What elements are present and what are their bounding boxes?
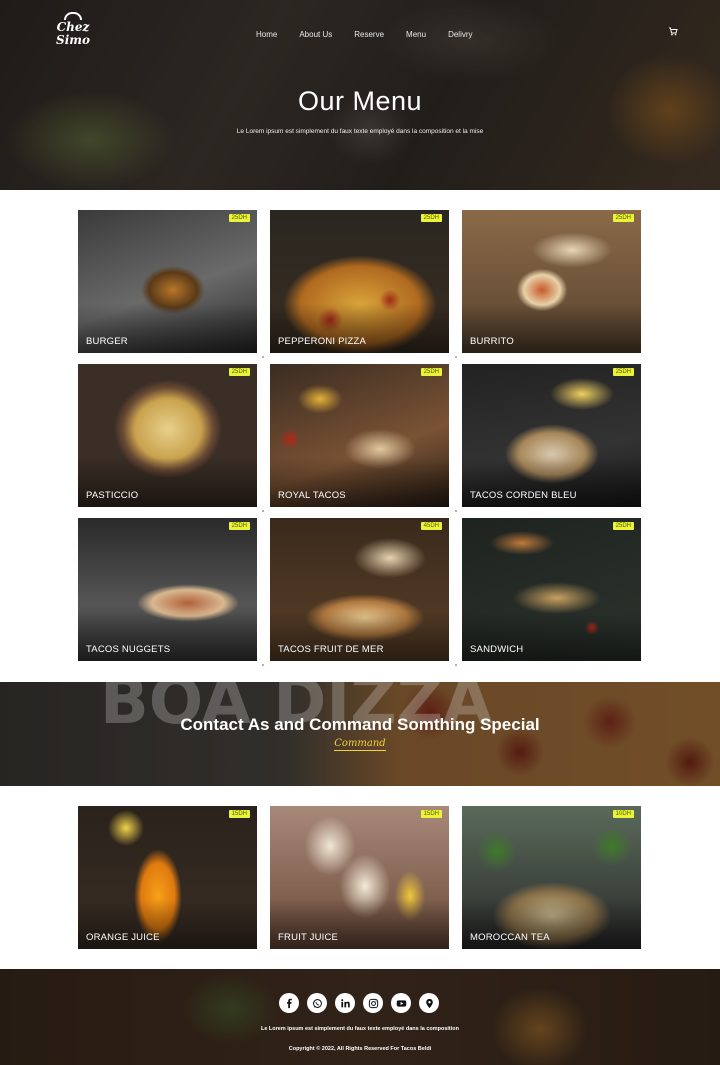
- command-link[interactable]: Command: [334, 738, 386, 751]
- nav-home[interactable]: Home: [256, 30, 277, 39]
- menu-item-name: TACOS NUGGETS: [86, 644, 171, 655]
- price-badge: 25DH: [228, 214, 250, 222]
- social-links: [279, 993, 439, 1013]
- menu-card[interactable]: 25DH PASTICCIO: [78, 364, 257, 507]
- price-badge: 45DH: [420, 522, 442, 530]
- nav-reserve[interactable]: Reserve: [354, 30, 384, 39]
- cart-icon[interactable]: [668, 26, 678, 36]
- price-badge: 25DH: [612, 214, 634, 222]
- price-badge: 25DH: [420, 368, 442, 376]
- whatsapp-icon[interactable]: [307, 993, 327, 1013]
- logo-text: Chez Simo: [56, 20, 90, 47]
- menu-card[interactable]: 25DH BURRITO: [462, 210, 641, 353]
- hero-subtitle: Le Lorem ipsum est simplement du faux te…: [236, 128, 484, 135]
- menu-item-name: PASTICCIO: [86, 490, 139, 501]
- drink-card[interactable]: 15DH FRUIT JUICE: [270, 806, 449, 949]
- price-badge: 25DH: [228, 368, 250, 376]
- price-badge: 15DH: [228, 810, 250, 818]
- menu-card[interactable]: 25DH ROYAL TACOS: [270, 364, 449, 507]
- menu-item-name: TACOS CORDEN BLEU: [470, 490, 577, 501]
- menu-card[interactable]: 25DH SANDWICH: [462, 518, 641, 661]
- menu-card[interactable]: 25DH PEPPERONI PIZZA: [270, 210, 449, 353]
- menu-card[interactable]: 25DH TACOS NUGGETS: [78, 518, 257, 661]
- menu-item-name: ROYAL TACOS: [278, 490, 346, 501]
- price-badge: 25DH: [612, 522, 634, 530]
- drink-card[interactable]: 10DH MOROCCAN TEA: [462, 806, 641, 949]
- drink-name: FRUIT JUICE: [278, 932, 339, 943]
- menu-item-name: TACOS FRUIT DE MER: [278, 644, 384, 655]
- linkedin-icon[interactable]: [335, 993, 355, 1013]
- menu-card[interactable]: 25DH BURGER: [78, 210, 257, 353]
- footer-text: Le Lorem ipsum est simplement du faux te…: [260, 1026, 460, 1032]
- nav-delivery[interactable]: Delivry: [448, 30, 472, 39]
- price-badge: 15DH: [420, 810, 442, 818]
- menu-item-name: PEPPERONI PIZZA: [278, 336, 366, 347]
- menu-item-name: BURRITO: [470, 336, 514, 347]
- price-badge: 10DH: [612, 810, 634, 818]
- logo[interactable]: Chez Simo: [52, 12, 94, 47]
- instagram-icon[interactable]: [363, 993, 383, 1013]
- drink-name: MOROCCAN TEA: [470, 932, 550, 943]
- drink-name: ORANGE JUICE: [86, 932, 160, 943]
- location-icon[interactable]: [419, 993, 439, 1013]
- nav-menu[interactable]: Menu: [406, 30, 426, 39]
- youtube-icon[interactable]: [391, 993, 411, 1013]
- main-nav: Home About Us Reserve Menu Delivry: [256, 30, 495, 39]
- price-badge: 25DH: [420, 214, 442, 222]
- price-badge: 25DH: [228, 522, 250, 530]
- drink-card[interactable]: 15DH ORANGE JUICE: [78, 806, 257, 949]
- copyright: Copyright © 2022, All Rights Reserved Fo…: [288, 1046, 432, 1052]
- page-title: Our Menu: [297, 86, 423, 116]
- contact-title: Contact As and Command Somthing Special: [180, 715, 540, 734]
- menu-item-name: SANDWICH: [470, 644, 524, 655]
- menu-card[interactable]: 25DH TACOS CORDEN BLEU: [462, 364, 641, 507]
- nav-about-us[interactable]: About Us: [299, 30, 332, 39]
- facebook-icon[interactable]: [279, 993, 299, 1013]
- chef-hat-icon: [64, 12, 82, 20]
- menu-item-name: BURGER: [86, 336, 128, 347]
- menu-card[interactable]: 45DH TACOS FRUIT DE MER: [270, 518, 449, 661]
- price-badge: 25DH: [612, 368, 634, 376]
